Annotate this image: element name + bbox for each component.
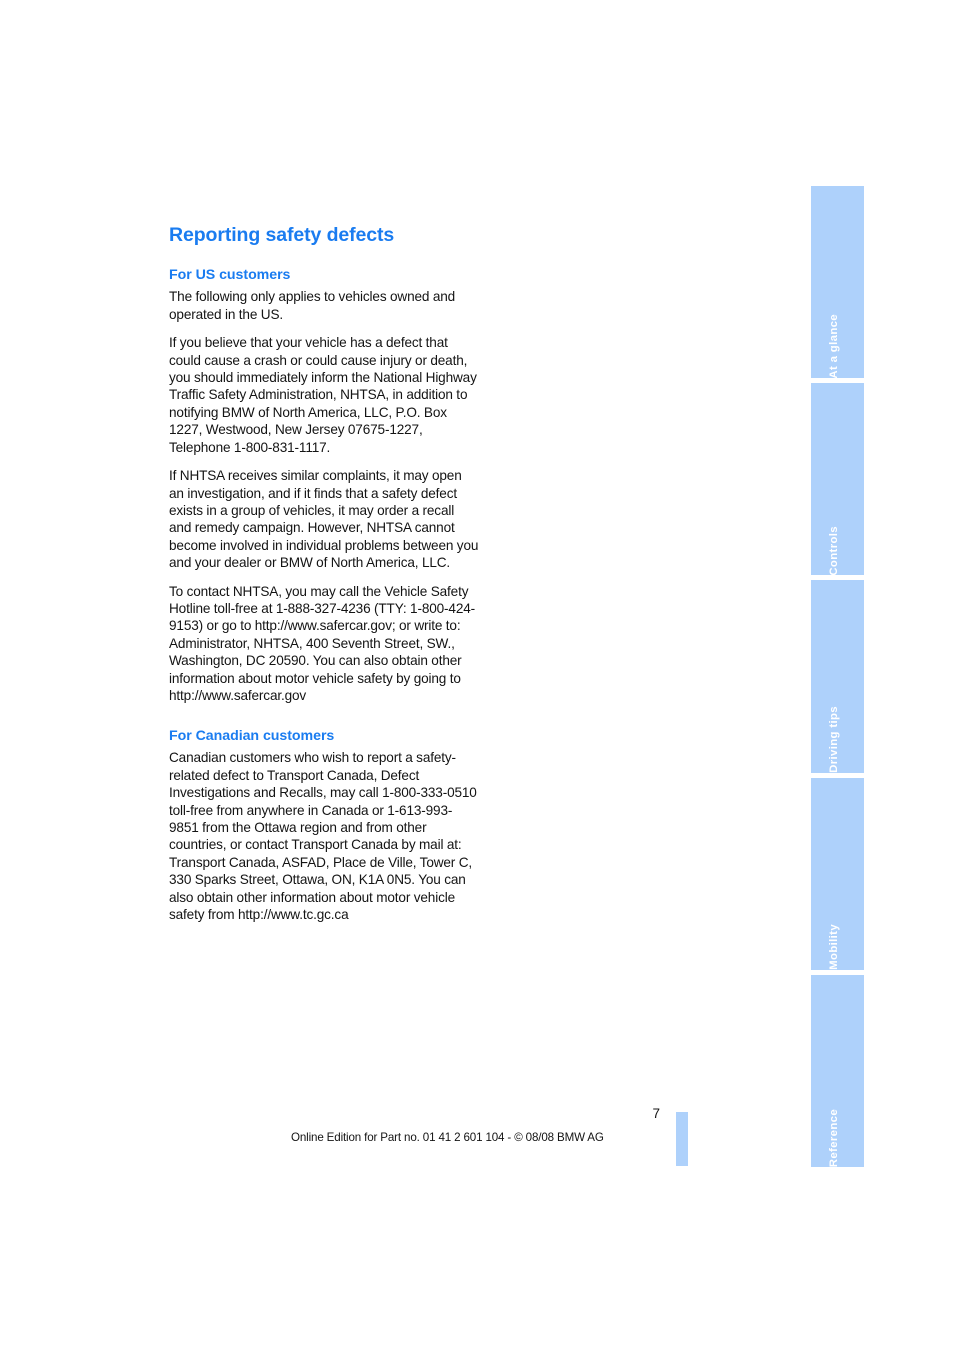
paragraph: To contact NHTSA, you may call the Vehic… — [169, 583, 476, 703]
chapter-tab-controls[interactable]: Controls — [811, 383, 864, 576]
chapter-tab-label: Driving tips — [828, 705, 840, 773]
chapter-tab-label: At a glance — [828, 313, 840, 379]
chapter-tab-mobility[interactable]: Mobility — [811, 777, 864, 970]
paragraph: Canadian customers who wish to report a … — [169, 750, 477, 923]
page-marker-bar — [676, 1112, 688, 1166]
footer-credit: Online Edition for Part no. 01 41 2 601 … — [291, 1131, 604, 1144]
chapter-tab-at-a-glance[interactable]: At a glance — [811, 186, 864, 379]
page-title: Reporting safety defects — [169, 224, 395, 246]
section-heading-us-customers: For US customers — [169, 267, 291, 284]
paragraph: The following only applies to vehicles o… — [169, 289, 456, 322]
chapter-tab-driving-tips[interactable]: Driving tips — [811, 580, 864, 773]
paragraph: If NHTSA receives similar complaints, it… — [169, 468, 479, 571]
chapter-tab-label: Mobility — [828, 923, 840, 970]
chapter-tab-label: Controls — [828, 525, 840, 576]
chapter-tab-strip: At a glance Controls Driving tips Mobili… — [811, 186, 864, 1168]
content-column: Reporting safety defects For US customer… — [169, 224, 479, 923]
chapter-tab-label: Reference — [828, 1108, 840, 1168]
paragraph: If you believe that your vehicle has a d… — [169, 335, 477, 455]
section-heading-canadian-customers: For Canadian customers — [169, 728, 335, 745]
chapter-tab-reference[interactable]: Reference — [811, 974, 864, 1168]
document-page: Reporting safety defects For US customer… — [0, 0, 954, 1350]
page-number: 7 — [652, 1106, 660, 1121]
